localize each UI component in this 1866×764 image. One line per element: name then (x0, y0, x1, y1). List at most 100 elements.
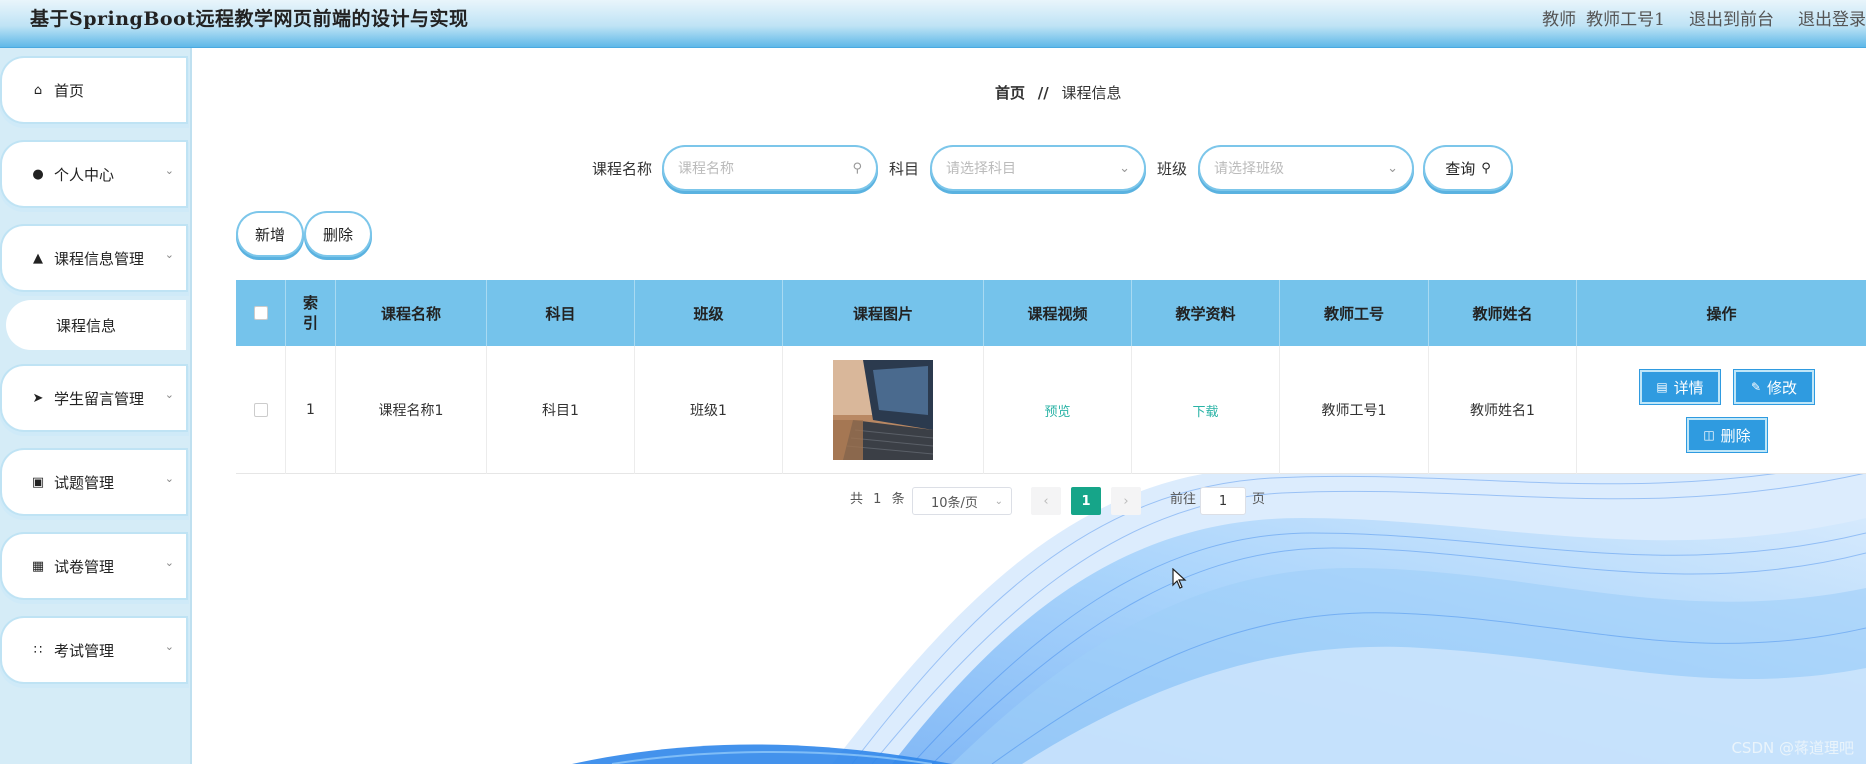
header-teacher-id: 教师工号 (1280, 280, 1429, 346)
send-icon: ➤ (32, 390, 44, 406)
total-prefix: 共 (850, 492, 864, 507)
header-select-all-cell (236, 280, 286, 346)
header-index: 索引 (286, 280, 336, 346)
sidebar-item-label: 课程信息管理 (54, 249, 145, 268)
search-icon: ⚲ (852, 160, 862, 176)
cell-actions (1577, 346, 1866, 474)
sidebar: ⌂ 首页 ● 个人中心 ⌄ ▲ 课程信息管理 ⌄ 课程信息 ➤ 学生留言管理 ⌄… (0, 48, 192, 764)
batch-delete-button-label: 删除 (322, 225, 353, 244)
class-label: 班级 (1157, 160, 1188, 178)
detail-button[interactable]: ▤ 详情 (1639, 369, 1721, 405)
cell-material: 下载 (1132, 346, 1280, 474)
user-role: 教师 (1542, 10, 1577, 30)
header-actions: 操作 (1706, 304, 1737, 323)
sidebar-item-label: 个人中心 (54, 165, 115, 184)
sidebar-item-question-manage[interactable]: ▣ 试题管理 ⌄ (2, 450, 186, 514)
row-checkbox[interactable] (253, 403, 268, 417)
sidebar-subitem-course-info[interactable]: 课程信息 (6, 300, 186, 350)
cell-teacher-id: 教师工号1 (1280, 346, 1429, 474)
header-course-video: 课程视频 (984, 280, 1132, 346)
header-material: 教学资料 (1132, 280, 1280, 346)
edit-icon: ✎ (1750, 380, 1762, 394)
table-header: 索引 课程名称 科目 班级 课程图片 课程视频 教学资料 教师工号 教师姓名 操… (236, 280, 1866, 346)
search-icon: ⚲ (1481, 160, 1491, 176)
edit-button-label: 修改 (1767, 378, 1798, 397)
header-course-image: 课程图片 (783, 280, 984, 346)
sidebar-item-exam-manage[interactable]: ∷ 考试管理 ⌄ (2, 618, 186, 682)
course-name-label: 课程名称 (592, 160, 653, 178)
cell-class: 班级1 (635, 346, 783, 474)
cell-course-video: 预览 (984, 346, 1132, 474)
pagination-total: 共 1 条 (850, 488, 905, 507)
cell-index: 1 (286, 346, 336, 474)
goto-suffix: 页 (1252, 492, 1266, 507)
chevron-down-icon: ⌄ (164, 556, 174, 569)
sidebar-item-label: 学生留言管理 (54, 389, 145, 408)
sidebar-item-label: 试题管理 (54, 473, 115, 492)
sidebar-item-paper-manage[interactable]: ▦ 试卷管理 ⌄ (2, 534, 186, 598)
add-button[interactable]: 新增 (238, 213, 302, 255)
subject-placeholder: 请选择科目 (946, 161, 1016, 177)
class-placeholder: 请选择班级 (1214, 161, 1284, 177)
chevron-down-icon: ⌄ (164, 248, 174, 261)
table-row: 1 课程名称1 科目1 班级1 预览 下载 教师工号1 教师姓名1 (236, 346, 1866, 474)
grid-dots-icon: ∷ (33, 642, 43, 658)
course-name-input[interactable]: 课程名称 ⚲ (664, 147, 876, 189)
sidebar-subitem-label: 课程信息 (56, 316, 117, 335)
header-teacher-name: 教师姓名 (1429, 280, 1577, 346)
add-button-label: 新增 (254, 225, 285, 244)
cell-course-image (783, 346, 984, 474)
document-icon: ▤ (1656, 380, 1668, 394)
clipboard-icon: ▣ (31, 474, 45, 490)
watermark: CSDN @蒋道理吧 (1731, 739, 1854, 757)
breadcrumb: 首页 // 课程信息 (995, 82, 1122, 103)
goto-prefix: 前往 (1170, 492, 1197, 507)
sidebar-item-student-messages[interactable]: ➤ 学生留言管理 ⌄ (2, 366, 186, 430)
page-size-select[interactable]: 10条/页 ⌄ (912, 487, 1012, 515)
sidebar-item-course-manage[interactable]: ▲ 课程信息管理 ⌄ (2, 226, 186, 290)
select-all-checkbox[interactable] (253, 306, 268, 320)
total-suffix: 条 (891, 492, 905, 507)
sidebar-item-home[interactable]: ⌂ 首页 (2, 58, 186, 122)
back-to-front-link[interactable]: 退出到前台 (1689, 5, 1774, 30)
header-user-area: 教师 教师工号1 退出到前台 退出登录 (1542, 5, 1866, 30)
class-select[interactable]: 请选择班级 ⌄ (1200, 147, 1412, 189)
query-button-label: 查询 (1445, 159, 1476, 178)
sidebar-item-personal-center[interactable]: ● 个人中心 ⌄ (2, 142, 186, 206)
detail-button-label: 详情 (1673, 378, 1704, 397)
query-button[interactable]: 查询 ⚲ (1425, 147, 1511, 189)
course-name-placeholder: 课程名称 (678, 161, 734, 177)
user-manage-icon: ▲ (33, 250, 43, 266)
mouse-cursor-icon (1172, 568, 1187, 589)
chevron-left-icon: ‹ (1043, 493, 1049, 509)
chevron-down-icon: ⌄ (1119, 160, 1130, 176)
cell-teacher-name: 教师姓名1 (1429, 346, 1577, 474)
delete-button[interactable]: ◫ 删除 (1686, 417, 1768, 453)
video-preview-link[interactable]: 预览 (1044, 401, 1070, 420)
sidebar-item-label: 试卷管理 (54, 557, 115, 576)
page-number-current[interactable]: 1 (1071, 487, 1101, 515)
prev-page-button[interactable]: ‹ (1031, 487, 1061, 515)
material-download-link[interactable]: 下载 (1192, 401, 1218, 420)
cell-subject: 科目1 (487, 346, 635, 474)
chevron-down-icon: ⌄ (164, 164, 174, 177)
breadcrumb-separator: // (1037, 84, 1049, 102)
total-count: 1 (873, 492, 882, 507)
top-header: 基于SpringBoot远程教学网页前端的设计与实现 教师 教师工号1 退出到前… (0, 0, 1866, 48)
batch-delete-button[interactable]: 删除 (306, 213, 370, 255)
course-thumbnail[interactable] (833, 360, 933, 460)
trash-icon: ◫ (1703, 428, 1715, 442)
sidebar-item-label: 考试管理 (54, 641, 115, 660)
logout-link[interactable]: 退出登录 (1798, 5, 1866, 30)
chevron-down-icon: ⌄ (1387, 160, 1398, 176)
chevron-down-icon: ⌄ (994, 495, 1003, 507)
home-icon: ⌂ (33, 82, 43, 98)
edit-button[interactable]: ✎ 修改 (1733, 369, 1815, 405)
delete-button-label: 删除 (1720, 426, 1751, 445)
user-icon: ● (32, 166, 44, 182)
breadcrumb-home[interactable]: 首页 (995, 84, 1025, 102)
next-page-button[interactable]: › (1111, 487, 1141, 515)
goto-page-input[interactable]: 1 (1200, 487, 1246, 515)
subject-select[interactable]: 请选择科目 ⌄ (932, 147, 1144, 189)
chevron-down-icon: ⌄ (164, 388, 174, 401)
